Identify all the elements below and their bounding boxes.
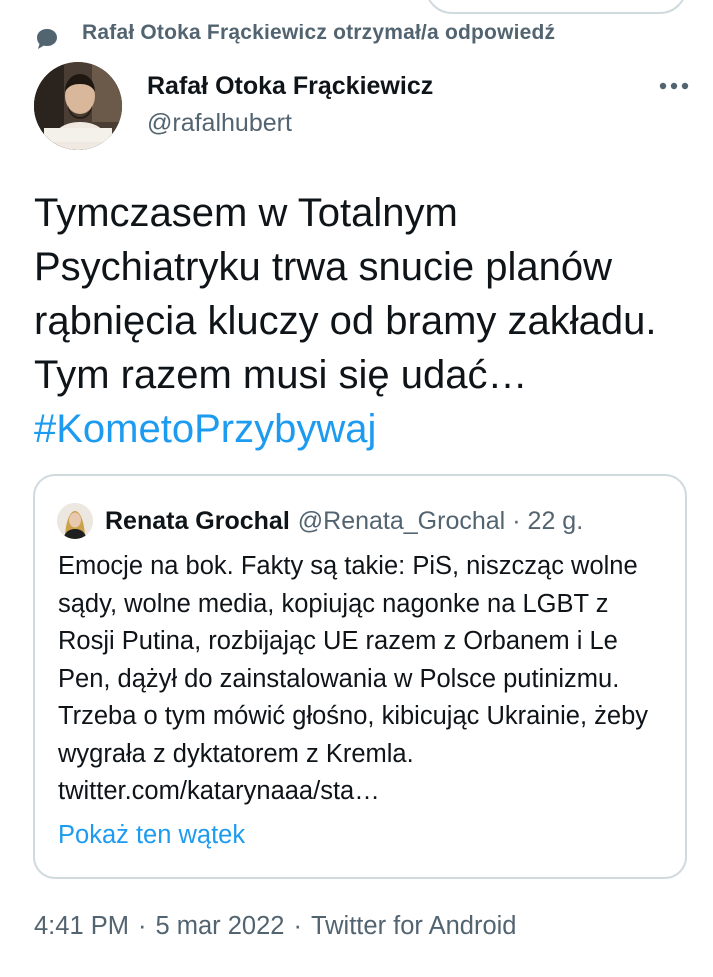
author-avatar[interactable]: [34, 62, 122, 150]
more-options-button[interactable]: [654, 72, 694, 100]
tweet-meta: 4:41 PM · 5 mar 2022 · Twitter for Android: [34, 912, 516, 941]
quoted-author-handle: @Renata_Grochal: [297, 506, 506, 535]
author-name[interactable]: Rafał Otoka Frąckiewicz: [147, 72, 433, 101]
tweet-author: Rafał Otoka Frąckiewicz @rafalhubert: [34, 60, 694, 152]
quoted-timestamp: 22 g.: [527, 506, 584, 535]
show-thread-link[interactable]: Pokaż ten wątek: [58, 821, 245, 850]
meta-separator-2: ·: [293, 912, 302, 940]
more-dots-icon: [659, 82, 689, 90]
reply-context-text: Rafał Otoka Frąckiewicz otrzymał/a odpow…: [82, 24, 556, 44]
tweet-source[interactable]: Twitter for Android: [311, 912, 517, 940]
hashtag-link[interactable]: #KometoPrzybywaj: [34, 407, 376, 451]
tweet-date[interactable]: 5 mar 2022: [155, 912, 284, 940]
reply-bubble-icon: [37, 29, 57, 49]
author-handle[interactable]: @rafalhubert: [147, 109, 292, 138]
quoted-tweet-text: Emocje na bok. Fakty są takie: PiS, nisz…: [58, 552, 649, 805]
meta-separator: ·: [137, 912, 147, 940]
tweet-detail-page: Rafał Otoka Frąckiewicz otrzymał/a odpow…: [0, 0, 713, 977]
tweet-text: Tymczasem w Totalnym Psychiatryku trwa s…: [34, 186, 684, 456]
tweet-time[interactable]: 4:41 PM: [34, 912, 129, 940]
top-action-button[interactable]: [425, 0, 687, 14]
reply-context[interactable]: Rafał Otoka Frąckiewicz otrzymał/a odpow…: [34, 24, 555, 54]
quoted-tweet[interactable]: Renata Grochal @Renata_Grochal · 22 g. E…: [33, 474, 687, 879]
quoted-author-avatar: [57, 503, 93, 539]
quoted-separator: ·: [512, 506, 521, 535]
tweet-body-text: Tymczasem w Totalnym Psychiatryku trwa s…: [34, 191, 657, 397]
quoted-author-name: Renata Grochal: [105, 506, 290, 535]
quoted-tweet-header: Renata Grochal @Renata_Grochal · 22 g.: [57, 502, 583, 540]
